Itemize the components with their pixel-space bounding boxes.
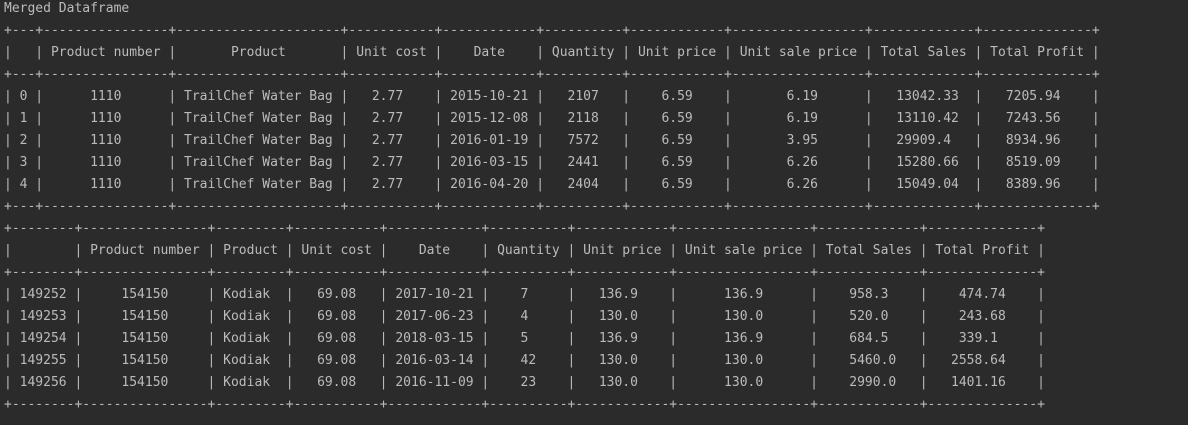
table-row: | 149255 | 154150 | Kodiak | 69.08 | 201… [4,353,1045,368]
table-row: | 4 | 1110 | TrailChef Water Bag | 2.77 … [4,177,1100,192]
table-row: | 2 | 1110 | TrailChef Water Bag | 2.77 … [4,133,1100,148]
table-border-top: +---+----------------+------------------… [4,23,1100,38]
table-row: | 149252 | 154150 | Kodiak | 69.08 | 201… [4,287,1045,302]
table-row: | 149253 | 154150 | Kodiak | 69.08 | 201… [4,309,1045,324]
table-border-mid: +---+----------------+------------------… [4,67,1100,82]
table-border-mid: +--------+----------------+---------+---… [4,265,1045,280]
table-header: | | Product number | Product | Unit cost… [4,45,1100,60]
console-output: Merged Dataframe +---+----------------+-… [4,0,1184,425]
table-header: | | Product number | Product | Unit cost… [4,243,1045,258]
table-row: | 0 | 1110 | TrailChef Water Bag | 2.77 … [4,89,1100,104]
table-border-top: +--------+----------------+---------+---… [4,221,1045,236]
table-row: | 1 | 1110 | TrailChef Water Bag | 2.77 … [4,111,1100,126]
table-row: | 149254 | 154150 | Kodiak | 69.08 | 201… [4,331,1045,346]
table-row: | 3 | 1110 | TrailChef Water Bag | 2.77 … [4,155,1100,170]
table-border-bottom: +---+----------------+------------------… [4,199,1100,214]
output-title: Merged Dataframe [4,1,130,16]
table-row: | 149256 | 154150 | Kodiak | 69.08 | 201… [4,375,1045,390]
table-border-bottom: +--------+----------------+---------+---… [4,397,1045,412]
